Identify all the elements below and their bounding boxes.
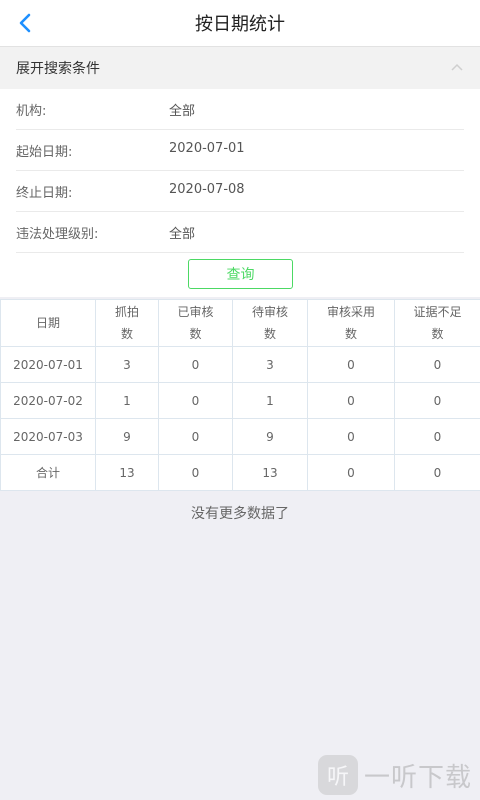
watermark: 听 一听下载 — [318, 755, 472, 795]
end-date-label: 终止日期: — [16, 186, 73, 201]
start-date-value[interactable]: 2020-07-01 — [169, 141, 245, 156]
chevron-up-icon — [451, 63, 463, 71]
no-more-data-text: 没有更多数据了 — [191, 506, 289, 522]
col-header-adopted: 审核采用数 — [307, 299, 395, 347]
start-date-label: 起始日期: — [16, 145, 73, 160]
table-cell: 合计 — [0, 454, 96, 491]
table-cell: 2020-07-03 — [0, 418, 96, 455]
table-cell: 0 — [394, 346, 480, 383]
table-header-row: 日期 抓拍数 已审核数 待审核数 审核采用数 证据不足数 — [0, 299, 480, 347]
org-value[interactable]: 全部 — [169, 100, 195, 119]
violation-level-value[interactable]: 全部 — [169, 223, 195, 242]
top-nav-bar: 按日期统计 — [0, 0, 480, 47]
table-cell: 0 — [307, 382, 395, 419]
table-cell: 0 — [307, 454, 395, 491]
page-title: 按日期统计 — [195, 14, 285, 35]
table-cell: 0 — [158, 382, 233, 419]
table-cell: 0 — [394, 382, 480, 419]
back-button[interactable] — [8, 6, 42, 40]
table-cell: 13 — [232, 454, 308, 491]
end-date-value[interactable]: 2020-07-08 — [169, 182, 245, 197]
table-row: 2020-07-02 1 0 1 0 0 — [0, 382, 480, 419]
table-cell: 9 — [232, 418, 308, 455]
query-button[interactable]: 查询 — [188, 259, 293, 289]
table-total-row: 合计 13 0 13 0 0 — [0, 454, 480, 491]
search-form: 机构: 全部 起始日期: 2020-07-01 终止日期: 2020-07-08… — [0, 89, 480, 297]
form-row-end-date[interactable]: 终止日期: 2020-07-08 — [16, 171, 464, 212]
table-cell: 0 — [307, 346, 395, 383]
watermark-text: 一听下载 — [364, 762, 473, 793]
table-cell: 0 — [158, 346, 233, 383]
table-row: 2020-07-03 9 0 9 0 0 — [0, 418, 480, 455]
table-cell: 0 — [158, 454, 233, 491]
col-header-pending: 待审核数 — [232, 299, 308, 347]
table-cell: 2020-07-02 — [0, 382, 96, 419]
table-cell: 13 — [95, 454, 159, 491]
search-panel-title: 展开搜索条件 — [16, 61, 100, 77]
col-header-captured: 抓拍数 — [95, 299, 159, 347]
table-cell: 2020-07-01 — [0, 346, 96, 383]
table-cell: 0 — [394, 418, 480, 455]
table-cell: 3 — [95, 346, 159, 383]
table-cell: 0 — [307, 418, 395, 455]
table-cell: 1 — [95, 382, 159, 419]
chevron-left-icon — [19, 13, 31, 33]
table-row: 2020-07-01 3 0 3 0 0 — [0, 346, 480, 383]
col-header-reviewed: 已审核数 — [158, 299, 233, 347]
search-panel-toggle[interactable]: 展开搜索条件 — [0, 47, 480, 90]
form-row-start-date[interactable]: 起始日期: 2020-07-01 — [16, 130, 464, 171]
table-cell: 9 — [95, 418, 159, 455]
table-cell: 0 — [394, 454, 480, 491]
col-header-date: 日期 — [0, 299, 96, 347]
violation-level-label: 违法处理级别: — [16, 227, 99, 242]
table-cell: 1 — [232, 382, 308, 419]
table-cell: 3 — [232, 346, 308, 383]
form-row-org[interactable]: 机构: 全部 — [16, 89, 464, 130]
col-header-insufficient: 证据不足数 — [394, 299, 480, 347]
org-label: 机构: — [16, 104, 47, 119]
table-cell: 0 — [158, 418, 233, 455]
stats-table: 日期 抓拍数 已审核数 待审核数 审核采用数 证据不足数 2020-07-01 … — [0, 299, 480, 491]
watermark-logo-icon: 听 — [318, 755, 358, 795]
form-row-violation-level[interactable]: 违法处理级别: 全部 — [16, 212, 464, 253]
